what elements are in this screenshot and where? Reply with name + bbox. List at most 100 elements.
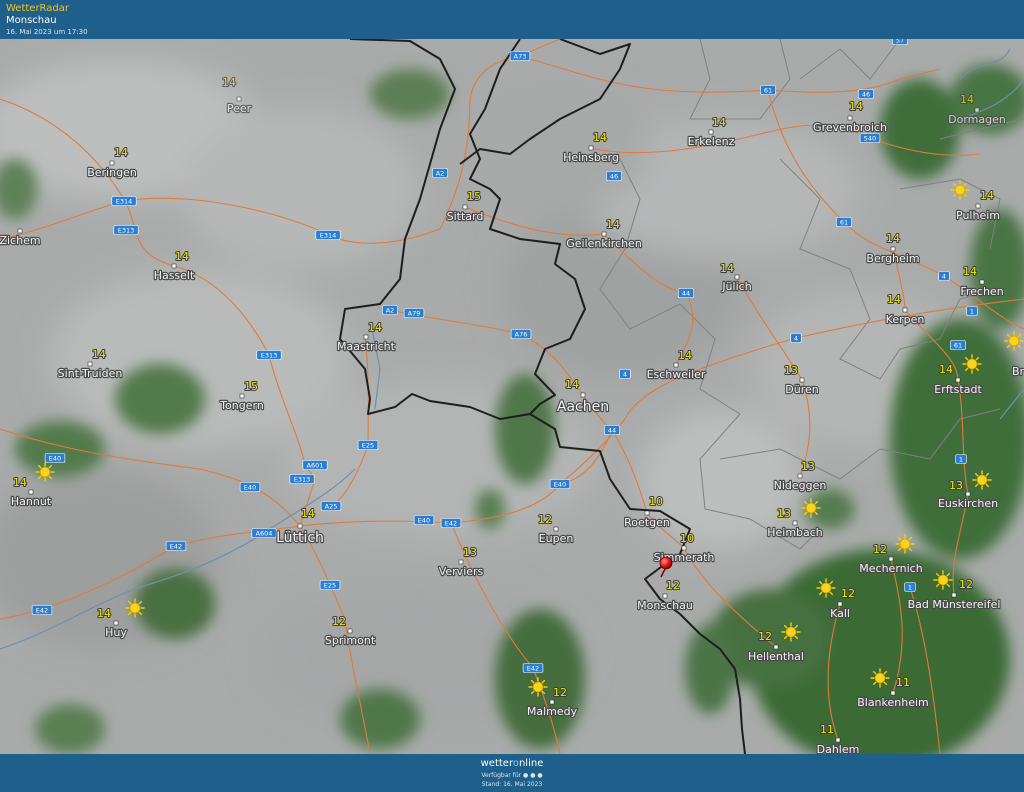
road-shield-label: E40	[418, 516, 430, 524]
road-shield: E40	[239, 482, 261, 492]
wetteronline-logo[interactable]: wetteronline	[0, 758, 1024, 769]
city-dot	[797, 473, 803, 479]
road-shield-label: 44	[608, 426, 616, 434]
road-shield-label: E25	[324, 581, 336, 589]
city-name: Kerpen	[886, 313, 925, 326]
city-name: Hasselt	[154, 269, 195, 282]
city-name: Sittard	[447, 210, 484, 223]
app-footer: wetteronline Verfügbar für ● ● ● Stand: …	[0, 754, 1024, 792]
road-shield-label: 46	[610, 172, 618, 180]
huawei-icon[interactable]: ●	[537, 772, 542, 779]
sun-icon	[895, 534, 915, 554]
temperature-label: 14	[565, 378, 579, 391]
city-dot	[979, 279, 985, 285]
city-dot	[792, 520, 798, 526]
city-dot	[644, 510, 650, 516]
city-name: Zichem	[0, 234, 41, 247]
city-dot	[835, 737, 841, 743]
sun-icon	[870, 668, 890, 688]
android-icon[interactable]: ●	[523, 772, 528, 779]
road-shield: E25	[319, 580, 341, 590]
sun-icon	[933, 570, 953, 590]
road-shield-label: E40	[554, 480, 566, 488]
road-shield-label: 57	[896, 39, 904, 44]
road-shield: A76	[510, 329, 532, 339]
road-shield: 44	[604, 425, 620, 435]
road-shield-label: 1	[970, 307, 974, 315]
sun-icon	[125, 598, 145, 618]
temperature-label: 14	[712, 116, 726, 129]
sun-icon	[972, 470, 992, 490]
temperature-label: 12	[332, 615, 346, 628]
road-shield-label: E40	[244, 483, 256, 491]
city-name: Jülich	[721, 280, 751, 293]
road-shield-label: 540	[864, 134, 876, 142]
city-name: Pulheim	[956, 209, 1000, 222]
data-stand: Stand: 16. Mai 2023	[481, 781, 543, 788]
temperature-label: 14	[963, 265, 977, 278]
location-title: Monschau	[6, 15, 57, 26]
city-dot	[890, 246, 896, 252]
road-shield: E42	[440, 518, 462, 528]
availability-note: Verfügbar für ● ● ●	[0, 772, 1024, 779]
road-shield: 61	[950, 340, 966, 350]
sun-icon	[950, 180, 970, 200]
city-name: Bad Münstereifel	[908, 598, 1001, 611]
city-dot	[902, 307, 908, 313]
temperature-label: 12	[538, 513, 552, 526]
timestamp: 16. Mai 2023 um 17:30	[6, 28, 88, 36]
temperature-label: 14	[222, 76, 236, 89]
temperature-label: 12	[873, 543, 887, 556]
road-shield-label: 4	[794, 334, 798, 342]
temperature-label: 14	[887, 293, 901, 306]
city-name: Lüttich	[276, 530, 324, 546]
temperature-label: 10	[680, 532, 694, 545]
temperature-label: 14	[92, 348, 106, 361]
city-dot	[553, 526, 559, 532]
road-shield-label: E313	[118, 226, 135, 234]
temperature-label: 11	[820, 723, 834, 736]
city-dot	[773, 644, 779, 650]
city-dot	[673, 362, 679, 368]
road-shield-label: 61	[954, 341, 962, 349]
road-shield: 4	[790, 333, 802, 343]
map-svg: A7361 4654057A2 46E314E313E314614441A2 A79A…	[0, 39, 1024, 754]
weather-radar-map[interactable]: A73 61 46 540 57 A2 46 E314 E313 E314 61 44 4 1 A2 A79 A…	[0, 39, 1024, 754]
city-name: Eupen	[539, 532, 574, 545]
city-name: Beringen	[87, 166, 137, 179]
city-dot	[965, 491, 971, 497]
city-name: Huy	[105, 626, 127, 639]
road-shield: A25	[320, 501, 342, 511]
city-name: Blankenheim	[857, 696, 929, 709]
sun-icon	[781, 622, 801, 642]
road-shield-label: E313	[261, 351, 278, 359]
road-shield-label: E42	[445, 519, 457, 527]
road-shield: E313	[256, 350, 282, 360]
road-shield: 44	[678, 288, 694, 298]
city-dot	[662, 593, 668, 599]
road-shield: A2	[432, 168, 448, 178]
city-name: Br	[1012, 365, 1024, 378]
city-dot	[113, 620, 119, 626]
road-shield: 57	[892, 39, 908, 45]
road-shield: 61	[836, 217, 852, 227]
road-shield: E314	[111, 196, 137, 206]
city-name: Heinsberg	[563, 151, 619, 164]
temperature-label: 14	[114, 146, 128, 159]
road-shield-label: A2	[386, 306, 395, 314]
apple-icon[interactable]: ●	[530, 772, 535, 779]
temperature-label: 14	[980, 189, 994, 202]
temperature-label: 15	[467, 190, 481, 203]
temperature-label: 14	[960, 93, 974, 106]
city-name: Sint-Truiden	[58, 367, 123, 380]
road-shield-label: E313	[294, 475, 311, 483]
temperature-label: 11	[896, 676, 910, 689]
city-name: Verviers	[439, 565, 484, 578]
road-shield: E42	[165, 541, 187, 551]
city-dot	[347, 628, 353, 634]
road-shield: 4	[938, 271, 950, 281]
temperature-label: 12	[553, 686, 567, 699]
city-dot	[87, 361, 93, 367]
sun-icon	[962, 354, 982, 374]
city-name: Malmedy	[527, 705, 578, 718]
